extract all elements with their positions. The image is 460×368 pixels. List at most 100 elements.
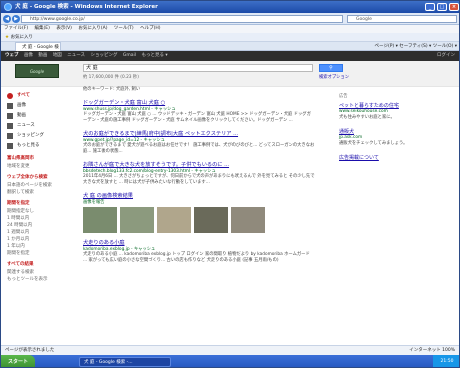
ads-sidebar: 広告 ペットと暮らすための住宅 www.seikouhouse.com 犬も住み… — [339, 93, 451, 161]
status-text: ページが表示されました — [5, 348, 55, 353]
location-title: 富山県高岡市 — [7, 156, 34, 161]
star-icon: ★ — [5, 35, 10, 40]
ad-title[interactable]: ペットと暮らすための住宅 — [339, 102, 451, 109]
browser-window: 犬 庭 - Google 検索 - Windows Internet Explo… — [0, 0, 460, 368]
back-button[interactable]: ◀ — [3, 15, 11, 23]
period-month[interactable]: 1 か月以内 — [7, 236, 73, 243]
search-input[interactable]: 犬 庭 — [83, 64, 313, 72]
related-keywords[interactable]: 他のキーワード: 犬庭外, 飼い — [83, 87, 315, 93]
ad-item: ペットと暮らすための住宅 www.seikouhouse.com 犬も住みやすい… — [339, 102, 451, 120]
ad-title[interactable]: 通販犬 — [339, 128, 451, 135]
gbar-news[interactable]: ニュース — [67, 51, 85, 61]
menu-file[interactable]: ファイル(F) — [4, 26, 28, 31]
ie-icon — [4, 3, 12, 11]
nav-videos[interactable]: 動画 — [7, 111, 73, 121]
forward-button[interactable]: ▶ — [12, 15, 20, 23]
image-results-title[interactable]: 犬 庭 の画像検索結果 — [83, 192, 315, 199]
result-title[interactable]: 犬のお庭ができるまで|練馬|府中|調布|大庭 ペットエクステリア ... — [83, 130, 315, 137]
favorites-bar: ★ お気に入り — [1, 33, 459, 42]
gbar-gmail[interactable]: Gmail — [123, 51, 136, 61]
menu-view[interactable]: 表示(V) — [56, 26, 72, 31]
ad-snippet: 犬も住みやすいお庭と家に。 — [339, 115, 395, 120]
clock: 21:50 — [433, 355, 459, 367]
japanese-pages-link[interactable]: 日本語のページを検索 — [7, 182, 73, 189]
ad-info-link[interactable]: 広告掲載について — [339, 154, 451, 161]
gbar-videos[interactable]: 動画 — [38, 51, 47, 61]
period-title: 期間を指定 — [7, 201, 30, 206]
result-snippet: 犬走りのある小庭 ... kadomoriba exblog.jp トップ ログ… — [83, 252, 310, 263]
gbar-shopping[interactable]: ショッピング — [90, 51, 117, 61]
all-icon — [7, 93, 13, 99]
image-thumb[interactable] — [231, 207, 265, 233]
favorites-button[interactable]: お気に入り — [10, 35, 33, 40]
minimize-button[interactable]: _ — [425, 3, 435, 11]
result-title[interactable]: 犬走りのある小庭 — [83, 239, 315, 246]
result-item: 犬走りのある小庭 kadomoriba.exblog.jp - キャッシュ 犬走… — [83, 239, 315, 264]
change-location-link[interactable]: 地域を変更 — [7, 163, 73, 170]
period-year[interactable]: 1 年以内 — [7, 243, 73, 250]
image-results: 犬 庭 の画像検索結果 画像を報告 — [83, 192, 315, 233]
more-tools-link[interactable]: もっとツールを表示 — [7, 276, 73, 283]
taskbar: スタート 犬 庭 - Google 検索 -... 21:50 — [1, 355, 459, 367]
gbar-more[interactable]: もっと見る ▾ — [141, 51, 167, 61]
search-options-link[interactable]: 検索オプション — [319, 74, 349, 80]
left-sidebar: すべて 画像 動画 ニュース ショッピング もっと見る 富山県高岡市 地域を変更… — [7, 91, 73, 283]
result-title[interactable]: お隣さんが庭で大きな犬を放すそうです。子供でもいるのに ... — [83, 161, 315, 168]
result-title[interactable]: ドッグガーデン・犬庭 富山 犬庭 ○ — [83, 99, 315, 106]
result-item: ドッグガーデン・犬庭 富山 犬庭 ○ www.shuss.jp/dog_gard… — [83, 99, 315, 124]
image-thumb[interactable] — [157, 207, 191, 233]
nav-shopping[interactable]: ショッピング — [7, 131, 73, 141]
window-title: 犬 庭 - Google 検索 - Windows Internet Explo… — [15, 4, 158, 10]
news-icon — [7, 123, 13, 129]
start-button[interactable]: スタート — [1, 355, 35, 367]
result-snippet: 2011年4月6日 ... 大きさがちょっとですが、何日前からで犬の声があまりに… — [83, 174, 315, 185]
menu-tools[interactable]: ツール(T) — [114, 26, 134, 31]
menu-edit[interactable]: 編集(E) — [35, 26, 50, 31]
search-button[interactable]: ⚲ — [319, 64, 343, 72]
address-bar: ◀ ▶ http://www.google.co.jp/ Google — [1, 13, 459, 25]
ads-label: 広告 — [339, 94, 348, 99]
video-icon — [7, 113, 13, 119]
period-week[interactable]: 1 週間以内 — [7, 229, 73, 236]
result-item: 犬のお庭ができるまで|練馬|府中|調布|大庭 ペットエクステリア ... www… — [83, 130, 315, 155]
ad-snippet: 通販犬をチェックしてみましょう。 — [339, 141, 408, 146]
image-thumb[interactable] — [194, 207, 228, 233]
taskbar-task[interactable]: 犬 庭 - Google 検索 -... — [79, 357, 171, 367]
address-input[interactable]: http://www.google.co.jp/ — [21, 15, 343, 23]
tab-current[interactable]: 犬 庭 - Google 検索 — [15, 42, 61, 59]
command-bar[interactable]: ページ(P) ▾ セーフティ(S) ▾ ツール(O) ▾ — [375, 42, 457, 51]
translate-search-link[interactable]: 翻訳して検索 — [7, 189, 73, 196]
camera-icon — [7, 103, 13, 109]
menu-favorites[interactable]: お気に入り(A) — [78, 26, 107, 31]
gbar-images[interactable]: 画像 — [24, 51, 33, 61]
google-logo[interactable]: Google — [15, 64, 59, 78]
shopping-icon — [7, 133, 13, 139]
menu-help[interactable]: ヘルプ(H) — [140, 26, 160, 31]
nav-images[interactable]: 画像 — [7, 101, 73, 111]
period-any[interactable]: 期間指定なし — [7, 208, 73, 215]
login-link[interactable]: ログイン — [437, 51, 455, 61]
status-bar: ページが表示されました インターネット 100% — [1, 345, 459, 355]
period-custom[interactable]: 期間を指定 — [7, 250, 73, 257]
result-snippet: ドッグガーデン・犬庭 富山 犬庭 ○ ... ウッドデッキ・ガーデン 富山 犬庭… — [83, 112, 311, 123]
image-thumb[interactable] — [120, 207, 154, 233]
maximize-button[interactable]: □ — [437, 3, 447, 11]
image-thumb[interactable] — [83, 207, 117, 233]
result-item: お隣さんが庭で大きな犬を放すそうです。子供でもいるのに ... bbsdetec… — [83, 161, 315, 186]
gbar-web[interactable]: ウェブ — [5, 51, 19, 61]
close-button[interactable]: × — [449, 3, 459, 11]
related-search-link[interactable]: 関連する検索 — [7, 269, 73, 276]
gbar-maps[interactable]: 地図 — [53, 51, 62, 61]
result-snippet: 犬のお庭ができるまで 愛犬が遊べるお庭はお任せです！ 施工事例では、犬がのびのび… — [83, 143, 315, 154]
nav-news[interactable]: ニュース — [7, 121, 73, 131]
google-bar: ウェブ 画像 動画 地図 ニュース ショッピング Gmail もっと見る ▾ ロ… — [1, 51, 459, 61]
report-images-link[interactable]: 画像を報告 — [83, 199, 315, 205]
nav-all[interactable]: すべて — [7, 91, 73, 101]
search-icon: ⚲ — [329, 65, 333, 71]
nav-more[interactable]: もっと見る — [7, 141, 73, 151]
period-hour[interactable]: 1 時間以内 — [7, 215, 73, 222]
menu-bar: ファイル(F) 編集(E) 表示(V) お気に入り(A) ツール(T) ヘルプ(… — [1, 25, 459, 33]
ad-item: 通販犬 jp.ask.com 通販犬をチェックしてみましょう。 — [339, 128, 451, 146]
browser-search-input[interactable]: Google — [347, 15, 457, 23]
period-day[interactable]: 24 時間以内 — [7, 222, 73, 229]
